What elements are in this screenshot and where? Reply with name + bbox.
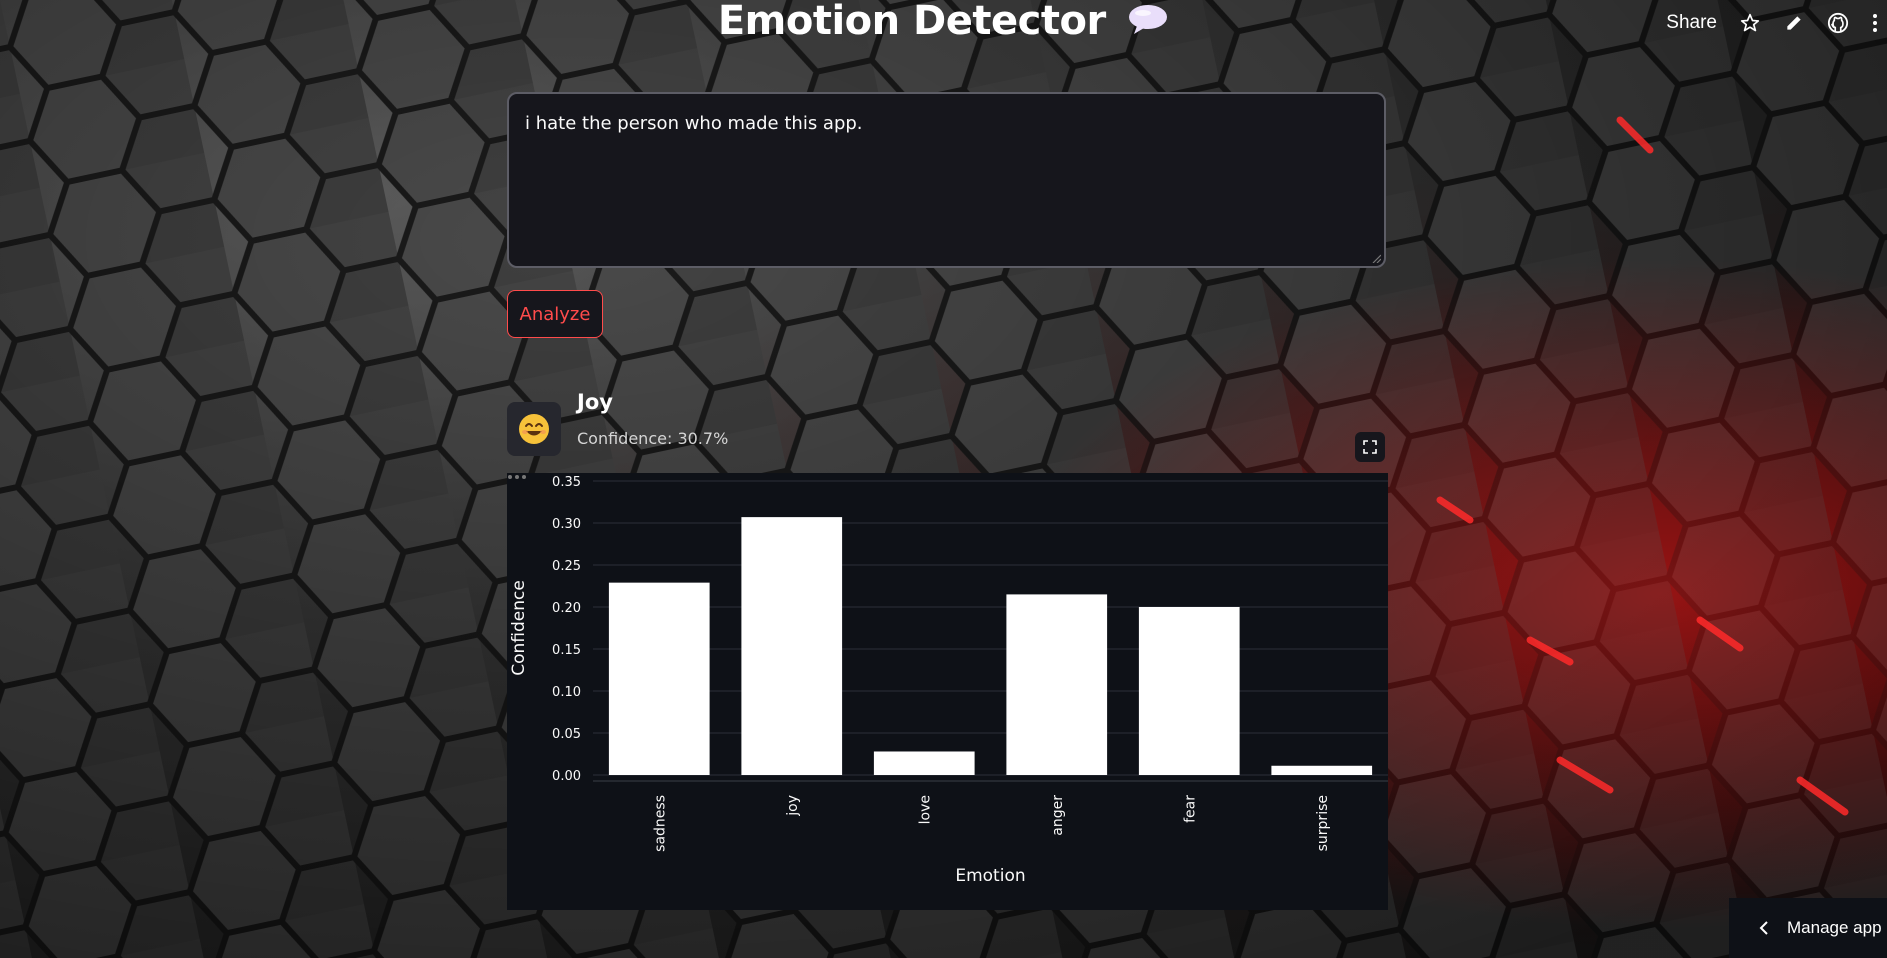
x-tick-label: joy: [785, 795, 801, 817]
x-axis-title: Emotion: [955, 866, 1025, 886]
smiling-face-icon: [519, 414, 549, 444]
y-tick-label: 0.05: [552, 727, 581, 742]
confidence-chart: 0.00 0.05 0.10 0.15 0.20 0.25 0.30 0.35 sadness j…: [507, 473, 1388, 910]
bar-surprise[interactable]: [1271, 765, 1373, 775]
y-tick-label: 0.15: [552, 643, 581, 658]
speech-bubble-icon: [1127, 0, 1169, 46]
github-icon[interactable]: [1827, 12, 1849, 34]
bar-love[interactable]: [873, 751, 975, 775]
result-emoji-avatar: [507, 402, 561, 456]
x-tick-label: surprise: [1315, 795, 1331, 851]
manage-app-label: Manage app: [1787, 918, 1882, 937]
emotion-text-input[interactable]: i hate the person who made this app.: [509, 94, 1384, 266]
x-tick-label: love: [917, 795, 933, 824]
bar-sadness[interactable]: [608, 582, 710, 775]
text-input-box: i hate the person who made this app.: [507, 92, 1386, 268]
y-tick-label: 0.35: [552, 475, 581, 490]
result-emotion-label: Joy: [577, 390, 613, 414]
chart-more-icon[interactable]: [507, 473, 527, 481]
pencil-icon[interactable]: [1783, 12, 1805, 34]
chevron-left-icon: [1759, 921, 1768, 935]
page-title: Emotion Detector: [0, 0, 1887, 46]
y-axis-title: Confidence: [509, 580, 529, 676]
page-title-text: Emotion Detector: [717, 0, 1106, 44]
y-tick-label: 0.30: [552, 517, 581, 532]
resize-handle-icon[interactable]: [1371, 253, 1381, 263]
fullscreen-button[interactable]: [1355, 432, 1385, 462]
result-confidence: Confidence: 30.7%: [577, 429, 729, 448]
bar-fear[interactable]: [1138, 607, 1240, 775]
x-tick-label: fear: [1182, 795, 1198, 823]
more-vertical-icon[interactable]: [1871, 12, 1879, 34]
bar-chart-svg: 0.00 0.05 0.10 0.15 0.20 0.25 0.30 0.35 sadness j…: [509, 475, 1388, 886]
analyze-button[interactable]: Analyze: [507, 290, 603, 338]
star-icon[interactable]: [1739, 12, 1761, 34]
manage-app-button[interactable]: Manage app: [1729, 898, 1887, 958]
bar-joy[interactable]: [741, 517, 843, 775]
x-tick-label: sadness: [652, 795, 668, 852]
y-tick-label: 0.25: [552, 559, 581, 574]
x-tick-label: anger: [1050, 795, 1066, 836]
y-tick-label: 0.20: [552, 601, 581, 616]
fullscreen-icon: [1363, 440, 1377, 454]
bar-anger[interactable]: [1006, 594, 1108, 775]
share-button[interactable]: Share: [1666, 12, 1717, 34]
y-tick-label: 0.10: [552, 685, 581, 700]
y-tick-label: 0.00: [552, 769, 581, 784]
toolbar: Share: [1666, 12, 1879, 34]
